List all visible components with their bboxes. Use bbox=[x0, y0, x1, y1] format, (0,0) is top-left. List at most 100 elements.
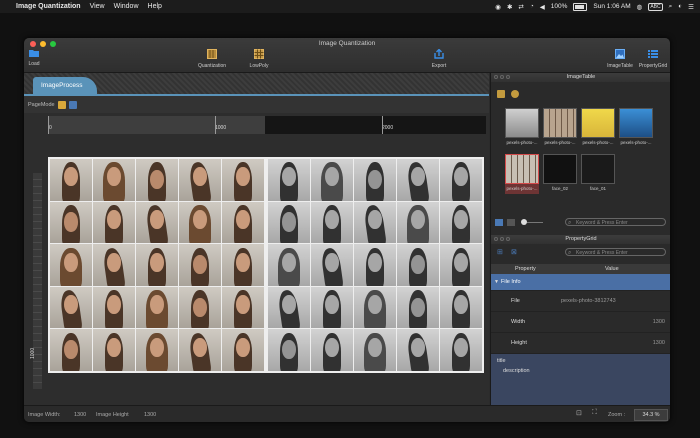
image-height-value: 1300 bbox=[144, 412, 157, 418]
portrait-cell bbox=[93, 201, 135, 244]
propertygrid-header-controls[interactable] bbox=[494, 237, 510, 241]
thumbnail-label: pexels-photo-... bbox=[544, 140, 576, 145]
property-row[interactable]: Height 1300 bbox=[491, 333, 670, 354]
zoom-value[interactable]: 34.3 % bbox=[634, 409, 668, 421]
pagemode-single-button[interactable] bbox=[57, 101, 66, 109]
portrait-cell bbox=[136, 159, 178, 201]
imagetable-button[interactable]: ImageTable bbox=[604, 49, 636, 69]
actual-size-icon[interactable]: ⛶ bbox=[592, 409, 597, 417]
ruler-tick bbox=[215, 116, 216, 134]
thumbnail-image bbox=[505, 108, 539, 138]
portrait-cell bbox=[179, 286, 221, 329]
thumbnail-item[interactable]: face_02 bbox=[543, 154, 577, 194]
propertygrid-button[interactable]: PropertyGrid bbox=[636, 49, 670, 69]
property-row[interactable]: Width 1300 bbox=[491, 312, 670, 333]
battery-icon[interactable] bbox=[573, 2, 588, 11]
portrait-cell bbox=[354, 329, 396, 371]
wifi-icon[interactable]: ◔ bbox=[530, 3, 534, 10]
portrait-cell bbox=[93, 329, 135, 371]
portrait-cell bbox=[179, 159, 221, 201]
grid-view-icon[interactable] bbox=[495, 218, 503, 226]
property-key: Width bbox=[511, 319, 526, 325]
menu-view[interactable]: View bbox=[90, 3, 105, 10]
portrait-cell bbox=[354, 201, 396, 244]
image-width-label: Image Width: bbox=[28, 412, 61, 418]
portrait-cell bbox=[311, 286, 353, 329]
description-text: description bbox=[503, 368, 530, 374]
battery-percent[interactable]: 100% bbox=[551, 3, 568, 10]
list-view-icon[interactable] bbox=[507, 218, 515, 226]
menu-window[interactable]: Window bbox=[114, 3, 139, 10]
zoom-label: Zoom : bbox=[608, 412, 626, 418]
portrait-cell bbox=[268, 201, 310, 244]
thumbnail-item[interactable]: pexels-photo-... bbox=[581, 108, 615, 148]
property-header-row: Property Value bbox=[491, 264, 670, 274]
portrait-cell bbox=[268, 286, 310, 329]
title-bar: Image Quantization Load Quantization Low… bbox=[24, 38, 670, 73]
portrait-cell bbox=[440, 244, 482, 286]
open-image-icon[interactable] bbox=[497, 90, 505, 98]
propertygrid-search[interactable]: ⌕ Keyword & Press Enter bbox=[565, 248, 666, 256]
tab-underline bbox=[24, 94, 489, 96]
input-source[interactable]: ABC bbox=[648, 2, 663, 11]
menu-help[interactable]: Help bbox=[148, 3, 162, 10]
imagetable-search[interactable]: ⌕ Keyword & Press Enter bbox=[565, 218, 666, 226]
load-button[interactable]: Load bbox=[26, 49, 42, 67]
image-canvas[interactable]: 0 1000 2000 1000 bbox=[24, 113, 489, 405]
ruler-label-0: 0 bbox=[49, 125, 52, 131]
refresh-icon[interactable] bbox=[511, 90, 519, 98]
menu-app-name[interactable]: Image Quantization bbox=[16, 3, 81, 10]
contact-sheet-color bbox=[50, 159, 264, 371]
portrait-cell bbox=[311, 159, 353, 201]
contact-sheet-image[interactable] bbox=[48, 157, 484, 373]
thumbnail-image bbox=[505, 154, 539, 184]
portrait-cell bbox=[222, 329, 264, 371]
lowpoly-button[interactable]: LowPoly bbox=[242, 49, 276, 69]
thumbnail-item[interactable]: face_01 bbox=[581, 154, 615, 194]
portrait-cell bbox=[354, 159, 396, 201]
expand-all-icon[interactable]: ⊞ bbox=[497, 248, 503, 256]
pagemode-label: PageMode bbox=[28, 102, 55, 108]
main-area: ImageProcess PageMode 0 1000 2000 1000 bbox=[24, 73, 489, 405]
property-value: pexels-photo-3812743 bbox=[561, 298, 616, 304]
portrait-cell bbox=[50, 244, 92, 286]
search-icon: ⌕ bbox=[568, 220, 572, 226]
bluetooth-icon[interactable]: ✱ bbox=[507, 3, 512, 11]
quantization-button[interactable]: Quantization bbox=[192, 49, 232, 69]
export-button[interactable]: Export bbox=[426, 48, 452, 69]
image-width-value: 1300 bbox=[74, 412, 87, 418]
clock[interactable]: Sun 1:06 AM bbox=[593, 3, 630, 10]
portrait-cell bbox=[222, 159, 264, 201]
thumbnail-label: face_02 bbox=[551, 186, 568, 191]
export-icon bbox=[434, 48, 444, 59]
fit-icon[interactable]: ⊡ bbox=[576, 409, 582, 417]
property-table: Property Value ▼ File Info File pexels-p… bbox=[491, 264, 670, 354]
tab-imageprocess[interactable]: ImageProcess bbox=[33, 77, 97, 94]
portrait-cell bbox=[397, 244, 439, 286]
col-property: Property bbox=[515, 266, 536, 272]
siri-icon[interactable]: ◐ bbox=[678, 3, 682, 10]
airplay-icon[interactable]: ⇄ bbox=[518, 3, 523, 11]
thumbnail-item-selected[interactable]: pexels-photo-... bbox=[505, 154, 539, 194]
spotlight-icon[interactable]: ⌕ bbox=[669, 3, 673, 11]
propertygrid-label: PropertyGrid bbox=[638, 63, 668, 69]
user-icon[interactable]: ◍ bbox=[637, 3, 643, 11]
property-row[interactable]: File pexels-photo-3812743 bbox=[491, 291, 670, 312]
thumbnail-item[interactable]: pexels-photo-... bbox=[543, 108, 577, 148]
portrait-cell bbox=[397, 159, 439, 201]
thumbnail-image bbox=[581, 154, 615, 184]
imagetable-header-controls[interactable] bbox=[494, 75, 510, 79]
portrait-cell bbox=[222, 286, 264, 329]
quantization-label: Quantization bbox=[197, 63, 227, 69]
export-label: Export bbox=[431, 63, 447, 69]
portrait-cell bbox=[136, 329, 178, 371]
collapse-all-icon[interactable]: ⊠ bbox=[511, 248, 517, 256]
record-icon[interactable]: ◉ bbox=[495, 3, 501, 11]
portrait-cell bbox=[268, 329, 310, 371]
notification-center-icon[interactable]: ☰ bbox=[688, 3, 694, 11]
thumbnail-item[interactable]: pexels-photo-... bbox=[505, 108, 539, 148]
thumbnail-item[interactable]: pexels-photo-... bbox=[619, 108, 653, 148]
pagemode-grid-button[interactable] bbox=[68, 101, 77, 109]
volume-icon[interactable]: ◀ bbox=[540, 3, 545, 11]
property-group-file-info[interactable]: ▼ File Info bbox=[491, 274, 670, 291]
